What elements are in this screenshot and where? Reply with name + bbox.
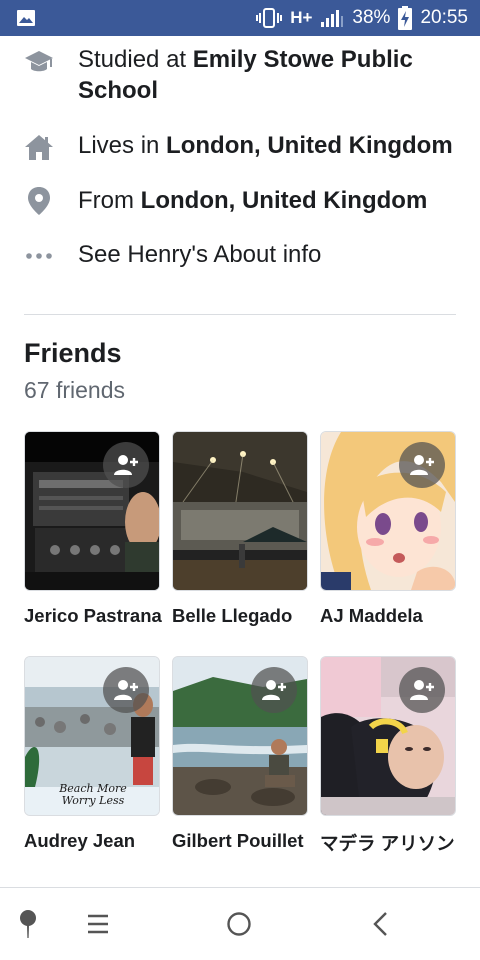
network-type: H+ [290, 8, 313, 27]
friends-heading[interactable]: Friends [24, 338, 122, 369]
friend-photo[interactable] [320, 431, 456, 591]
photo-caption: Beach More Worry Less [59, 782, 127, 807]
friend-photo[interactable] [320, 656, 456, 816]
signal-icon [320, 8, 344, 28]
add-friend-icon [262, 680, 286, 700]
friend-card[interactable]: マデラ アリソン [320, 656, 456, 856]
back-icon [373, 912, 387, 936]
home-circle-icon [227, 912, 251, 936]
gallery-notification-icon [16, 8, 36, 28]
friend-photo[interactable] [172, 656, 308, 816]
home-button[interactable] [217, 902, 261, 946]
add-friend-icon [410, 455, 434, 475]
from-place-link[interactable]: London, United Kingdom [141, 187, 428, 214]
pin-button[interactable] [6, 902, 50, 946]
friend-card[interactable]: Gilbert Pouillet [172, 656, 308, 856]
friend-name[interactable]: AJ Maddela [320, 605, 423, 627]
add-friend-button[interactable] [251, 667, 297, 713]
add-friend-icon [114, 680, 138, 700]
more-dots-icon [24, 240, 54, 270]
house-icon [24, 132, 54, 162]
friend-name[interactable]: Gilbert Pouillet [172, 830, 304, 852]
friend-photo[interactable] [172, 431, 308, 591]
section-divider [24, 314, 456, 315]
graduation-cap-icon [24, 47, 54, 77]
intro-studied-text: Studied at Emily Stowe Public School [78, 46, 413, 104]
friend-card[interactable]: Jerico Pastrana [24, 431, 162, 631]
lives-place-link[interactable]: London, United Kingdom [166, 132, 453, 159]
menu-icon [88, 914, 108, 934]
friend-card[interactable]: AJ Maddela [320, 431, 456, 631]
add-friend-button[interactable] [103, 442, 149, 488]
add-friend-icon [410, 680, 434, 700]
menu-button[interactable] [76, 902, 120, 946]
friend-name[interactable]: Jerico Pastrana [24, 605, 162, 627]
friends-count: 67 friends [24, 377, 126, 403]
add-friend-button[interactable] [103, 667, 149, 713]
friend-photo[interactable] [24, 431, 160, 591]
map-pin-icon [24, 186, 54, 216]
friend-photo[interactable]: Beach More Worry Less [24, 656, 160, 816]
back-button[interactable] [358, 902, 402, 946]
clock: 20:55 [420, 7, 468, 28]
friend-name[interactable]: Audrey Jean [24, 830, 135, 852]
add-friend-button[interactable] [399, 442, 445, 488]
friend-card[interactable]: Beach More Worry Less Audrey Jean [24, 656, 160, 856]
pin-icon [20, 910, 36, 938]
add-friend-button[interactable] [399, 667, 445, 713]
system-nav-bar [0, 888, 480, 960]
vibrate-icon [256, 7, 283, 29]
battery-charging-icon [398, 6, 413, 30]
intro-lives-text: Lives in London, United Kingdom [78, 132, 453, 159]
intro-from-text: From London, United Kingdom [78, 187, 428, 214]
see-about-link[interactable]: See Henry's About info [78, 239, 462, 270]
friend-name[interactable]: マデラ アリソン [320, 830, 455, 856]
battery-percent: 38% [352, 7, 391, 28]
friend-card[interactable]: Belle Llegado [172, 431, 308, 631]
friend-name[interactable]: Belle Llegado [172, 605, 292, 627]
add-friend-icon [114, 455, 138, 475]
status-bar: H+ 38% 20:55 [0, 0, 480, 36]
